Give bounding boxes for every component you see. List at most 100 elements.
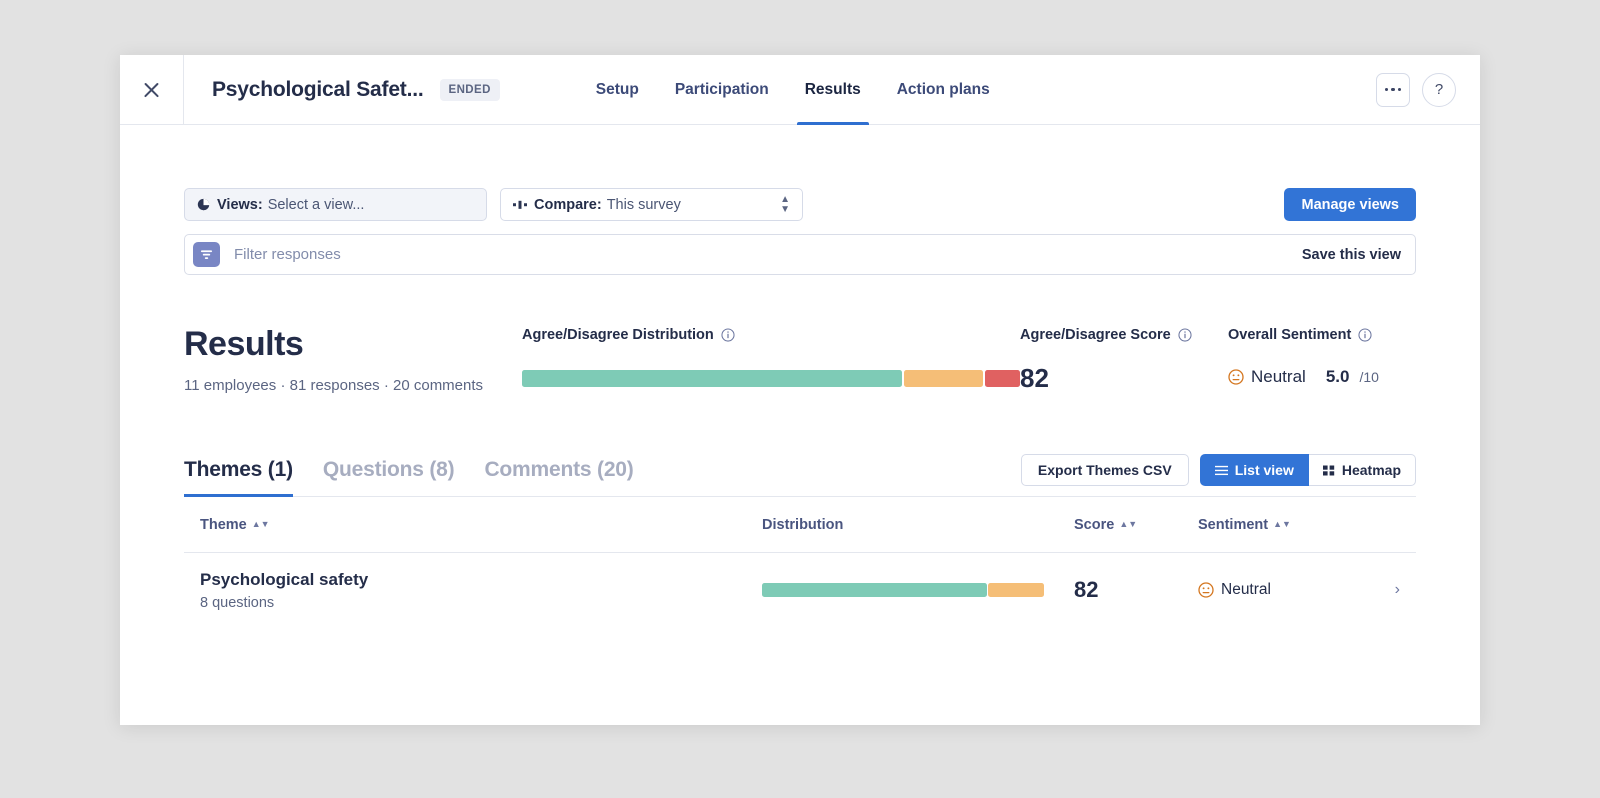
page-root: Psychological Safet... ENDED Setup Parti…	[0, 0, 1600, 798]
row-segment-agree	[762, 583, 987, 597]
score-value: 82	[1020, 363, 1049, 393]
content-tabs: Themes (1) Questions (8) Comments (20) E…	[184, 454, 1416, 497]
views-toolbar: Views: Select a view... Compare: This su…	[184, 125, 1416, 221]
filter-input[interactable]: Filter responses	[234, 246, 341, 263]
column-sentiment-label: Sentiment	[1198, 516, 1269, 533]
sentiment-text: Neutral	[1251, 367, 1306, 386]
score-label: Agree/Disagree Score	[1020, 327, 1171, 343]
summary-heading-block: Results 11 employees · 81 responses · 20…	[184, 325, 522, 394]
heatmap-label: Heatmap	[1341, 462, 1401, 478]
row-sentiment-text: Neutral	[1221, 581, 1271, 598]
compare-label: Compare:	[534, 196, 602, 213]
compare-icon	[513, 200, 527, 209]
close-button[interactable]	[120, 55, 184, 124]
column-score[interactable]: Score ▲▼	[1074, 517, 1198, 533]
row-sentiment: Neutral	[1198, 581, 1338, 599]
chevron-updown-icon: ▲ ▼	[780, 193, 790, 215]
dist-segment-neutral	[904, 370, 984, 387]
column-theme[interactable]: Theme ▲▼	[184, 517, 762, 533]
column-theme-label: Theme	[200, 516, 247, 533]
manage-views-button[interactable]: Manage views	[1284, 188, 1416, 221]
neutral-face-icon	[1198, 582, 1214, 598]
tab-participation[interactable]: Participation	[657, 55, 787, 124]
tab-results[interactable]: Results	[787, 55, 879, 125]
ellipsis-icon	[1384, 87, 1402, 92]
modal-header: Psychological Safet... ENDED Setup Parti…	[120, 55, 1480, 125]
filter-bar: Filter responses Save this view	[184, 234, 1416, 275]
table-actions: Export Themes CSV List view Heatmap	[1020, 454, 1416, 496]
column-sentiment[interactable]: Sentiment ▲▼	[1198, 517, 1338, 533]
sentiment-denominator: /10	[1359, 369, 1379, 385]
sentiment-value-row: Neutral 5.0 /10	[1228, 367, 1379, 387]
table-row[interactable]: Psychological safety 8 questions 82 Neut…	[184, 553, 1416, 627]
results-modal: Psychological Safet... ENDED Setup Parti…	[120, 55, 1480, 725]
close-icon	[142, 80, 161, 99]
modal-body: Views: Select a view... Compare: This su…	[120, 125, 1480, 627]
table-header: Theme ▲▼ Distribution Score ▲▼ Sentiment…	[184, 497, 1416, 553]
sentiment-label: Overall Sentiment	[1228, 327, 1352, 343]
info-icon[interactable]	[1358, 328, 1372, 342]
sort-icon: ▲▼	[1273, 519, 1291, 529]
tab-action-plans[interactable]: Action plans	[879, 55, 1008, 124]
score-label-row: Agree/Disagree Score	[1020, 327, 1228, 343]
summary-distribution-bar	[522, 370, 1020, 387]
cell-chevron[interactable]: ›	[1338, 581, 1416, 599]
status-badge: ENDED	[439, 78, 500, 101]
theme-name: Psychological safety	[200, 569, 369, 589]
sentiment-block: Overall Sentiment Neutral 5.0 /10	[1228, 327, 1379, 387]
info-icon[interactable]	[1178, 328, 1192, 342]
sort-icon: ▲▼	[1119, 519, 1138, 529]
page-title: Psychological Safet...	[212, 77, 424, 101]
dist-segment-agree	[522, 370, 903, 387]
theme-question-count: 8 questions	[200, 594, 275, 611]
view-mode-toggle: List view Heatmap	[1199, 454, 1416, 486]
grid-icon	[1322, 465, 1335, 475]
score-block: Agree/Disagree Score 82	[1020, 327, 1228, 394]
heatmap-button[interactable]: Heatmap	[1308, 454, 1416, 486]
funnel-icon[interactable]	[193, 242, 220, 267]
funnel-glyph	[200, 249, 213, 259]
row-distribution-bar	[762, 583, 1044, 597]
save-this-view-button[interactable]: Save this view	[1302, 247, 1401, 263]
compare-select[interactable]: Compare: This survey ▲ ▼	[500, 188, 803, 221]
cell-theme: Psychological safety 8 questions	[184, 570, 762, 611]
column-distribution: Distribution	[762, 517, 1074, 533]
tab-themes[interactable]: Themes (1)	[184, 458, 293, 497]
title-area: Psychological Safet... ENDED	[184, 55, 500, 124]
views-label: Views:	[217, 196, 263, 213]
row-segment-neutral	[987, 583, 1044, 597]
list-view-label: List view	[1234, 462, 1294, 478]
results-title: Results	[184, 325, 304, 363]
column-distribution-label: Distribution	[762, 516, 844, 533]
tab-questions[interactable]: Questions (8)	[323, 458, 455, 496]
results-subtitle: 11 employees · 81 responses · 20 comment…	[184, 376, 484, 394]
header-actions: ?	[1376, 55, 1480, 124]
cell-sentiment: Neutral	[1198, 581, 1338, 599]
compare-value: This survey	[606, 196, 681, 213]
dist-segment-disagree	[985, 370, 1020, 387]
sentiment-score: 5.0	[1325, 367, 1350, 386]
cell-score: 82	[1074, 577, 1198, 603]
sort-icon: ▲▼	[251, 519, 270, 529]
header-tabs: Setup Participation Results Action plans	[578, 55, 1008, 125]
pie-chart-icon	[197, 198, 210, 211]
cell-distribution	[762, 583, 1074, 597]
info-icon[interactable]	[721, 328, 735, 342]
list-view-button[interactable]: List view	[1199, 454, 1309, 486]
chevron-right-icon: ›	[1394, 581, 1400, 598]
distribution-block: Agree/Disagree Distribution	[522, 327, 1020, 387]
views-select[interactable]: Views: Select a view...	[184, 188, 487, 221]
neutral-face-icon	[1228, 369, 1244, 385]
results-summary: Results 11 employees · 81 responses · 20…	[184, 325, 1416, 394]
help-button[interactable]: ?	[1422, 72, 1456, 107]
distribution-label: Agree/Disagree Distribution	[522, 327, 714, 343]
views-value: Select a view...	[267, 196, 365, 213]
list-icon	[1214, 465, 1228, 475]
more-options-button[interactable]	[1376, 72, 1410, 107]
tab-comments[interactable]: Comments (20)	[484, 458, 633, 496]
export-themes-csv-button[interactable]: Export Themes CSV	[1020, 454, 1189, 486]
sentiment-label-row: Overall Sentiment	[1228, 327, 1379, 343]
column-score-label: Score	[1074, 516, 1115, 533]
tab-setup[interactable]: Setup	[578, 55, 657, 124]
distribution-label-row: Agree/Disagree Distribution	[522, 327, 1020, 343]
